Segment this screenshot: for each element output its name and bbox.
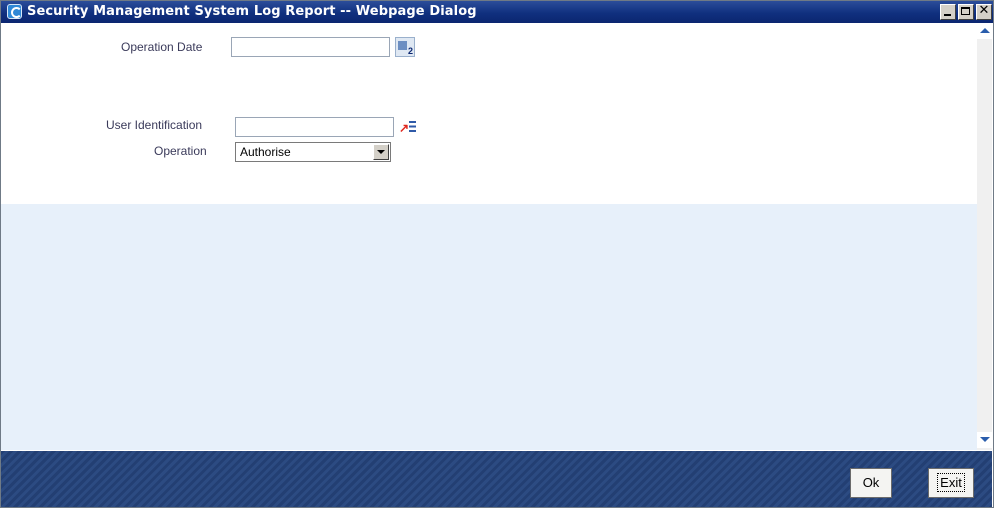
minimize-button[interactable] — [940, 4, 956, 20]
scroll-up-icon[interactable] — [977, 23, 992, 39]
lov-arrow: ↗ — [399, 121, 410, 135]
operation-date-label: Operation Date — [121, 40, 203, 54]
operation-selected-value: Authorise — [240, 145, 291, 159]
form-area: Operation Date 2 User Identification ↗ O… — [1, 23, 977, 204]
window-title: Security Management System Log Report --… — [27, 4, 477, 19]
user-identification-input[interactable] — [235, 117, 394, 137]
scroll-down-icon[interactable] — [977, 432, 992, 448]
footer-bar — [1, 451, 992, 507]
operation-date-input[interactable] — [231, 37, 390, 57]
vertical-scrollbar[interactable] — [977, 23, 992, 450]
calendar-icon[interactable]: 2 — [395, 37, 415, 57]
ie-icon — [7, 4, 22, 19]
dropdown-arrow-icon[interactable] — [373, 144, 389, 160]
operation-select[interactable]: Authorise — [235, 142, 391, 162]
title-bar[interactable]: Security Management System Log Report --… — [1, 1, 993, 23]
operation-label: Operation — [154, 144, 207, 158]
user-identification-label: User Identification — [106, 118, 203, 132]
lov-icon[interactable]: ↗ — [398, 117, 418, 137]
maximize-button[interactable] — [958, 4, 974, 20]
close-button[interactable]: ✕ — [976, 4, 992, 20]
ok-button[interactable]: Ok — [850, 468, 892, 498]
close-icon: ✕ — [978, 3, 990, 18]
dialog-content: Operation Date 2 User Identification ↗ O… — [1, 23, 977, 450]
calendar-number: 2 — [407, 46, 413, 56]
exit-button[interactable]: Exit — [928, 468, 974, 498]
exit-button-label: Exit — [937, 473, 965, 492]
